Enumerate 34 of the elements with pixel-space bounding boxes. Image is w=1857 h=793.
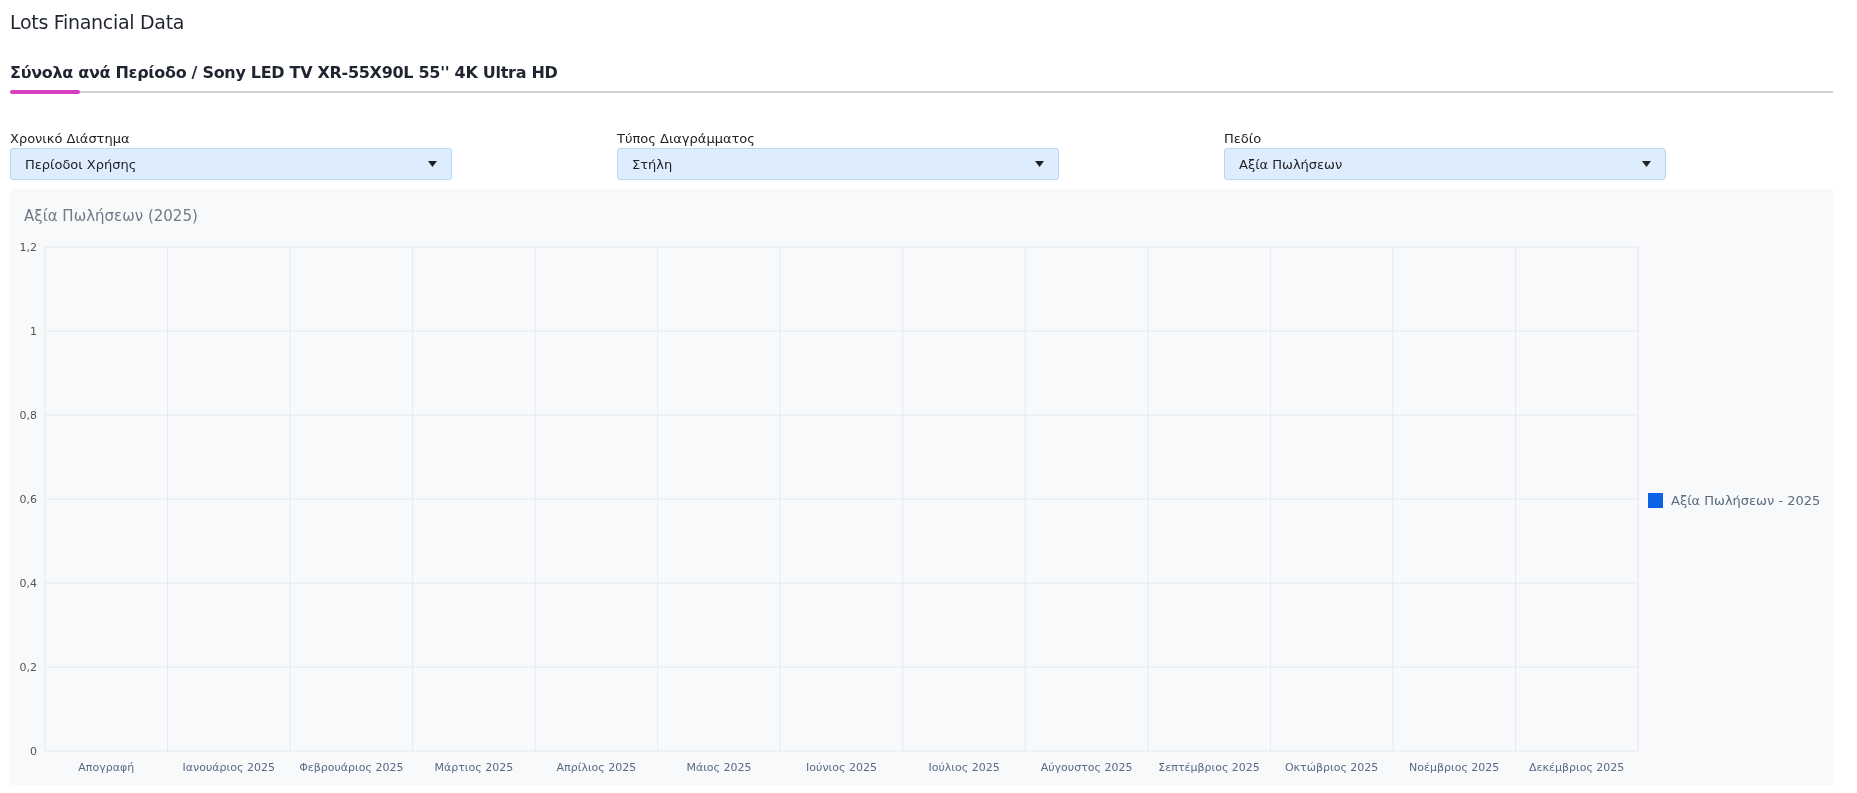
axis-category-label: Αύγουστος 2025 <box>1040 761 1133 774</box>
axis-tick-label: 0,6 <box>19 493 37 506</box>
axis-category-label: Φεβρουάριος 2025 <box>299 761 404 774</box>
axis-tick-label: 0,8 <box>19 409 37 422</box>
axis-category-label: Σεπτέμβριος 2025 <box>1158 761 1260 774</box>
axis-category-label: Ιούλιος 2025 <box>928 761 1000 774</box>
axis-tick-label: 1,2 <box>19 241 37 254</box>
axis-tick-label: 1 <box>30 325 37 338</box>
axis-category-label: Δεκέμβριος 2025 <box>1529 761 1625 774</box>
axis-category-label: Μάιος 2025 <box>686 761 752 774</box>
axis-category-label: Απογραφή <box>78 761 135 774</box>
caret-icon <box>1035 161 1044 167</box>
section-title: Σύνολα ανά Περίοδο / Sony LED TV XR-55X90L 55'' 4K Ultra HD <box>10 63 558 82</box>
axis-tick-label: 0 <box>30 745 37 758</box>
axis-tick-label: 0,2 <box>19 661 37 674</box>
axis-category-label: Νοέμβριος 2025 <box>1409 761 1500 774</box>
dropdown[interactable]: Στήλη <box>617 148 1059 180</box>
chart-title: Αξία Πωλήσεων (2025) <box>23 206 198 225</box>
dropdown[interactable]: Αξία Πωλήσεων <box>1224 148 1666 180</box>
axis-category-label: Ιανουάριος 2025 <box>182 761 275 774</box>
field-label: Πεδίο <box>1224 131 1262 146</box>
axis-tick-label: 0,4 <box>19 577 37 590</box>
caret-icon <box>428 161 437 167</box>
legend-label: Αξία Πωλήσεων - 2025 <box>1671 492 1821 508</box>
caret-icon <box>1642 161 1651 167</box>
dropdown[interactable]: Περίοδοι Χρήσης <box>10 148 452 180</box>
field-label: Τύπος Διαγράμματος <box>617 131 755 146</box>
field-label: Χρονικό Διάστημα <box>10 131 130 146</box>
axis-category-label: Ιούνιος 2025 <box>806 761 877 774</box>
axis-category-label: Απρίλιος 2025 <box>556 761 637 774</box>
tab-underline <box>10 90 80 94</box>
axis-category-label: Οκτώβριος 2025 <box>1284 761 1379 774</box>
page-title: Lots Financial Data <box>10 10 186 35</box>
axis-category-label: Μάρτιος 2025 <box>434 761 514 774</box>
